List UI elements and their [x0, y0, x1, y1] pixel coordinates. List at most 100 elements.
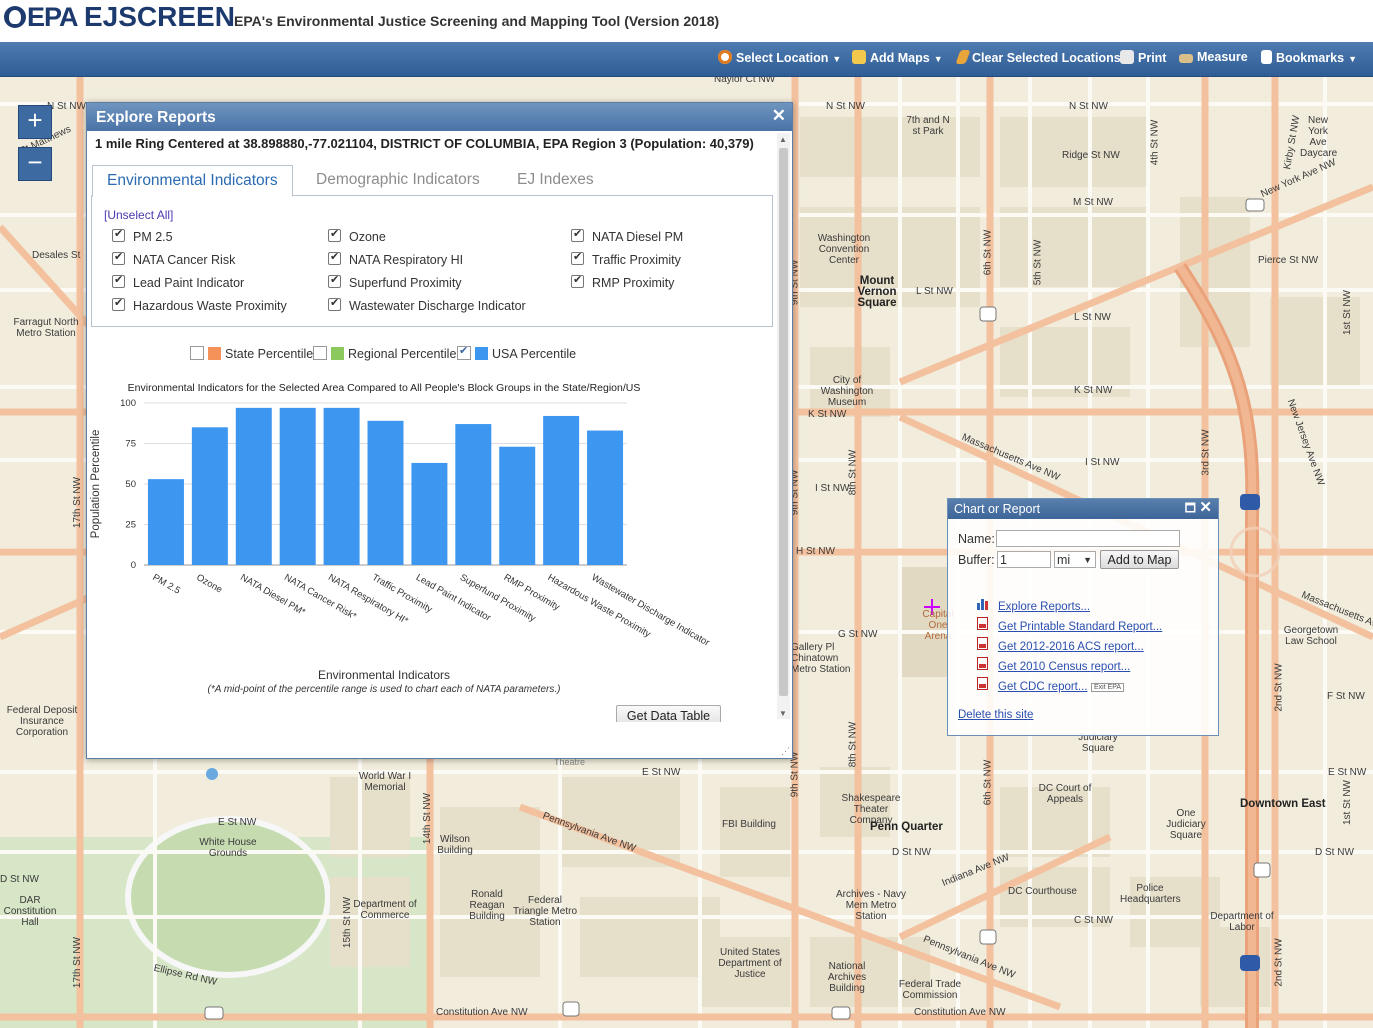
- map-label-place: National Archives Building: [827, 961, 867, 994]
- environmental-indicators-chart: Environmental Indicators for the Selecte…: [90, 382, 711, 695]
- map-label-street: L St NW: [916, 286, 953, 297]
- legend-checkbox[interactable]: [313, 346, 327, 360]
- chart-bar[interactable]: [411, 462, 448, 565]
- close-icon[interactable]: ✕: [1199, 498, 1212, 516]
- checkbox-ozone[interactable]: Ozone: [328, 227, 386, 244]
- legend-checkbox[interactable]: [457, 344, 471, 360]
- standard-report-link[interactable]: Get Printable Standard Report...: [998, 621, 1162, 633]
- map-label-street: 2nd St NW: [1273, 938, 1285, 987]
- dialog-scrollbar[interactable]: ▲ ▼: [777, 133, 790, 719]
- app-header: EPA EJSCREEN EPA's Environmental Justice…: [0, 0, 1373, 42]
- chart-x-tick-label: Lead Paint Indicator: [414, 572, 493, 624]
- chart-title: Environmental Indicators for the Selecte…: [128, 382, 641, 394]
- chart-or-report-panel: Chart or Report 🗖 ✕ Name: Buffer: 1 mi ▼ …: [947, 498, 1219, 736]
- map-label-street: 5th St NW: [1032, 239, 1044, 286]
- chart-bar[interactable]: [323, 407, 360, 565]
- get-data-table-button[interactable]: Get Data Table: [616, 705, 721, 722]
- scroll-down-icon[interactable]: ▼: [779, 709, 787, 718]
- map-label-place: Federal Trade Commission: [898, 979, 962, 1001]
- chart-y-tick-label: 50: [125, 479, 136, 490]
- map-label-street: Constitution Ave NW: [436, 1007, 528, 1018]
- zoom-out-button[interactable]: −: [18, 147, 52, 181]
- dialog-titlebar[interactable]: Explore Reports: [87, 103, 792, 131]
- unselect-all-link[interactable]: [Unselect All]: [104, 208, 173, 222]
- scrollbar-thumb[interactable]: [779, 148, 788, 696]
- map-label-street: 1st St NW: [1342, 779, 1354, 826]
- name-field[interactable]: [996, 530, 1180, 547]
- zoom-in-button[interactable]: +: [18, 105, 52, 139]
- map-label-street: H St NW: [796, 546, 835, 557]
- map-label-place: Archives - Navy Mem Metro Station: [835, 889, 906, 922]
- chart-bar[interactable]: [455, 424, 492, 565]
- checkbox-hazardous-waste[interactable]: Hazardous Waste Proximity: [112, 296, 287, 313]
- tab-ej-indexes[interactable]: EJ Indexes: [503, 165, 608, 195]
- checkbox-traffic-proximity[interactable]: Traffic Proximity: [571, 250, 681, 267]
- add-to-map-button[interactable]: Add to Map: [1100, 550, 1179, 569]
- maximize-icon[interactable]: 🗖: [1185, 499, 1196, 520]
- map-label-street: E St NW: [1328, 767, 1367, 778]
- map-label-street: 8th St NW: [847, 449, 859, 496]
- chart-bar[interactable]: [499, 446, 536, 565]
- chart-y-axis-label: Population Percentile: [90, 430, 102, 539]
- legend-checkbox[interactable]: [190, 346, 204, 360]
- chart-bar[interactable]: [367, 420, 404, 565]
- map-label-street: D St NW: [0, 874, 39, 885]
- map-label-place: City of Washington Museum: [820, 375, 874, 408]
- legend-state-percentile[interactable]: State Percentile: [190, 346, 313, 361]
- chart-bar[interactable]: [191, 427, 228, 565]
- delete-site-link[interactable]: Delete this site: [958, 709, 1033, 721]
- checkbox-checked-icon: [112, 227, 125, 242]
- legend-regional-percentile[interactable]: Regional Percentile: [313, 346, 456, 361]
- chart-footnote: (*A mid-point of the percentile range is…: [208, 684, 561, 695]
- add-maps-menu[interactable]: Add Maps ▼: [852, 50, 943, 65]
- map-label-place: Police Headquarters: [1120, 883, 1181, 905]
- measure-button[interactable]: Measure: [1179, 50, 1248, 64]
- bookmarks-menu[interactable]: Bookmarks ▼: [1261, 50, 1357, 65]
- pdf-icon: [977, 657, 988, 670]
- chart-bar[interactable]: [587, 430, 624, 565]
- chart-bar[interactable]: [147, 479, 184, 565]
- chart-y-ticks: 0 25 50 75 100: [120, 398, 136, 571]
- print-button[interactable]: Print: [1120, 50, 1166, 65]
- map-label-park: 7th and N st Park: [906, 115, 950, 137]
- tab-environmental-indicators[interactable]: Environmental Indicators: [92, 165, 293, 197]
- checkbox-pm25[interactable]: PM 2.5: [112, 227, 173, 244]
- map-label-place: Federal Deposit Insurance Corporation: [6, 705, 78, 738]
- chart-bar[interactable]: [543, 415, 580, 565]
- map-label-street: E St NW: [642, 767, 681, 778]
- chart-x-ticks: PM 2.5 Ozone NATA Diesel PM*NATA Cancer Ri…: [150, 572, 711, 649]
- checkbox-wastewater-discharge[interactable]: Wastewater Discharge Indicator: [328, 296, 526, 313]
- map-label-street: N St NW: [47, 101, 86, 112]
- checkbox-lead-paint[interactable]: Lead Paint Indicator: [112, 273, 244, 290]
- map-label-place: Gallery Pl Chinatown Metro Station: [791, 642, 851, 675]
- scroll-up-icon[interactable]: ▲: [779, 135, 787, 144]
- checkbox-nata-diesel-pm[interactable]: NATA Diesel PM: [571, 227, 683, 244]
- select-location-menu[interactable]: Select Location ▼: [718, 50, 841, 65]
- cdc-report-link[interactable]: Get CDC report...: [998, 681, 1087, 693]
- checkbox-nata-respiratory-hi[interactable]: NATA Respiratory HI: [328, 250, 463, 267]
- explore-reports-link[interactable]: Explore Reports...: [998, 601, 1090, 613]
- map-label-street: 14th St NW: [422, 792, 434, 845]
- epa-logo[interactable]: EPA: [4, 2, 79, 33]
- map-label-place: Washington Convention Center: [817, 233, 871, 266]
- chart-bar[interactable]: [279, 407, 316, 565]
- legend-usa-percentile[interactable]: USA Percentile: [457, 344, 576, 361]
- bookmark-icon: [1261, 50, 1272, 64]
- checkbox-nata-cancer-risk[interactable]: NATA Cancer Risk: [112, 250, 235, 267]
- panel-titlebar[interactable]: Chart or Report: [948, 499, 1218, 519]
- buffer-input[interactable]: 1: [997, 551, 1051, 568]
- checkbox-rmp-proximity[interactable]: RMP Proximity: [571, 273, 674, 290]
- close-icon[interactable]: ✕: [772, 106, 786, 126]
- chart-bar[interactable]: [235, 407, 272, 565]
- acs-report-link[interactable]: Get 2012-2016 ACS report...: [998, 641, 1144, 653]
- tab-demographic-indicators[interactable]: Demographic Indicators: [302, 165, 494, 195]
- printer-icon: [1120, 50, 1134, 64]
- checkbox-superfund-proximity[interactable]: Superfund Proximity: [328, 273, 462, 290]
- checkbox-checked-icon: [112, 296, 125, 311]
- unit-select[interactable]: mi ▼: [1054, 551, 1096, 568]
- explore-reports-dialog: Explore Reports ✕ 1 mile Ring Centered a…: [86, 102, 793, 759]
- map-label-street: L St NW: [1074, 312, 1111, 323]
- census-report-link[interactable]: Get 2010 Census report...: [998, 661, 1130, 673]
- clear-selected-locations-button[interactable]: Clear Selected Locations: [955, 50, 1121, 65]
- resize-handle-icon[interactable]: ⋰: [781, 746, 790, 757]
